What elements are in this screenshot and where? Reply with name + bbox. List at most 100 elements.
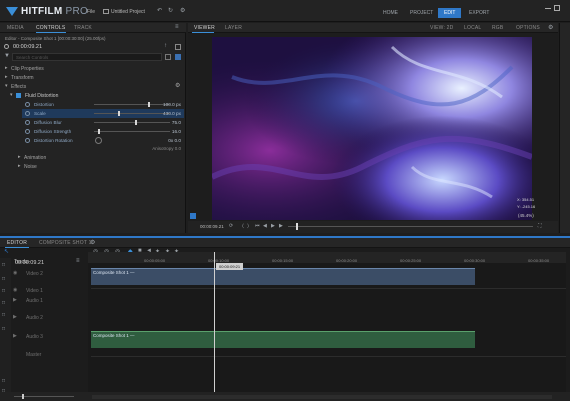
play-icon[interactable]: ▶ (271, 223, 275, 229)
tab-controls[interactable]: CONTROLS (36, 25, 65, 31)
property-value[interactable]: 100.0 px (163, 102, 181, 107)
track-master[interactable]: Master (12, 350, 100, 359)
property-slider-thumb[interactable] (148, 102, 150, 107)
step-back-icon[interactable]: ◀ (263, 223, 267, 229)
track-tool-icon[interactable]: □ (2, 262, 5, 268)
transform-tool-icon[interactable] (190, 213, 196, 219)
track-tool-icon[interactable]: □ (2, 288, 5, 294)
rotation-dial-icon[interactable] (95, 137, 102, 144)
tab-track[interactable]: TRACK (74, 25, 92, 31)
track-audio-3[interactable]: ▶ Audio 3 (12, 332, 100, 341)
keyframe-icon[interactable] (25, 102, 30, 107)
keyframe-icon[interactable] (25, 120, 30, 125)
viewer-timecode[interactable]: 00:00:09.21 (200, 224, 224, 229)
track-audio-2[interactable]: ▶ Audio 2 (12, 313, 100, 322)
zoom-slider-thumb[interactable] (22, 394, 24, 399)
filter-icon[interactable]: ▼ (4, 53, 10, 59)
copy-icon[interactable] (175, 44, 181, 50)
tab-editor[interactable]: EDITOR (7, 240, 27, 246)
effect-fluid-distortion[interactable]: ▾ Fluid Distortion (0, 91, 186, 100)
nav-tab-edit[interactable]: EDIT (438, 8, 462, 18)
section-effects[interactable]: ▾ Effects ⚙ (0, 82, 186, 91)
viewer-scrub-track[interactable] (288, 226, 533, 227)
panel-menu-icon[interactable]: ≡ (175, 24, 179, 30)
speaker-icon[interactable]: ▶ (13, 297, 17, 303)
property-distortion-rotation[interactable]: Distortion Rotation 0x 0.0 (22, 136, 184, 145)
property-slider-track[interactable] (94, 131, 170, 132)
maximize-icon[interactable] (554, 5, 560, 11)
eye-icon[interactable]: ◉ (13, 287, 17, 293)
track-tool-icon[interactable]: □ (2, 312, 5, 318)
undo-icon[interactable]: ↶ (157, 7, 162, 14)
nav-tab-project[interactable]: PROJECT (405, 9, 438, 17)
audio-clip-composite-shot[interactable]: Composite Shot 1 — (91, 331, 475, 348)
property-value[interactable]: 430.0 px (163, 111, 181, 116)
viewer-canvas[interactable] (212, 37, 532, 220)
track-tool-icon[interactable]: □ (2, 378, 5, 384)
track-video-2[interactable]: ◉ Video 2 (12, 269, 100, 278)
property-slider-track[interactable] (94, 104, 170, 105)
property-value[interactable]: 16.0 (172, 129, 181, 134)
property-slider-track[interactable] (94, 113, 170, 114)
section-transform[interactable]: ▸ Transform (0, 73, 186, 82)
grid-view-icon[interactable] (175, 54, 181, 60)
property-slider-track[interactable] (94, 122, 170, 123)
section-animation[interactable]: ▸ Animation (0, 153, 186, 162)
property-value[interactable]: 75.0 (172, 120, 181, 125)
local-dropdown[interactable]: LOCAL (464, 25, 481, 31)
menu-file[interactable]: File (87, 9, 95, 15)
keyframe-icon[interactable] (25, 111, 30, 116)
property-slider-thumb[interactable] (135, 120, 137, 125)
track-tool-icon[interactable]: □ (2, 276, 5, 282)
gear-icon[interactable]: ⚙ (548, 24, 553, 31)
view-mode-dropdown[interactable]: VIEW: 2D (430, 25, 453, 31)
tab-composite-shot[interactable]: COMPOSITE SHOT 1 (39, 240, 92, 246)
property-value[interactable]: 0x 0.0 (168, 138, 181, 143)
property-diffusion-strength[interactable]: Diffusion Strength 16.0 (22, 127, 184, 136)
redo-icon[interactable]: ↻ (168, 7, 173, 14)
track-tool-icon[interactable]: □ (2, 326, 5, 332)
pin-icon[interactable]: ↑ (164, 43, 167, 49)
in-point-icon[interactable]: 〈 (239, 223, 244, 230)
loop-icon[interactable]: ⟳ (229, 223, 233, 229)
search-input[interactable]: Search Controls (12, 53, 162, 61)
effect-checkbox[interactable] (16, 93, 21, 98)
keyframe-icon[interactable] (25, 138, 30, 143)
section-clip-properties[interactable]: ▸ Clip Properties (0, 64, 186, 73)
project-name[interactable]: Untitled Project (111, 9, 145, 15)
property-scale[interactable]: Scale 430.0 px (22, 109, 184, 118)
track-audio-1[interactable]: ▶ Audio 1 (12, 296, 100, 305)
gear-icon[interactable]: ⚙ (180, 7, 185, 14)
gear-icon[interactable]: ⚙ (90, 239, 95, 246)
property-slider-thumb[interactable] (98, 129, 100, 134)
out-point-icon[interactable]: 〉 (247, 223, 252, 230)
nav-tab-home[interactable]: HOME (378, 9, 403, 17)
timeline-area[interactable]: 00:00:05:00 00:00:10:00 00:00:15:00 00:0… (88, 252, 566, 392)
tab-viewer[interactable]: VIEWER (194, 25, 215, 31)
list-view-icon[interactable] (165, 54, 171, 60)
tab-media[interactable]: MEDIA (7, 25, 24, 31)
controls-timecode[interactable]: 00:00:09.21 (13, 44, 42, 50)
property-distortion[interactable]: Distortion 100.0 px (22, 100, 184, 109)
nav-tab-export[interactable]: EXPORT (464, 9, 494, 17)
zoom-level[interactable]: (45.4%) (518, 213, 534, 218)
options-dropdown[interactable]: OPTIONS (516, 25, 540, 31)
minimize-icon[interactable] (545, 8, 551, 9)
track-video-1[interactable]: ◉ Video 1 (12, 286, 100, 295)
timeline-ruler[interactable]: 00:00:05:00 00:00:10:00 00:00:15:00 00:0… (88, 252, 566, 263)
rgb-dropdown[interactable]: RGB (492, 25, 503, 31)
skip-back-icon[interactable]: ⏮ (255, 223, 260, 229)
property-slider-thumb[interactable] (118, 111, 120, 116)
fullscreen-icon[interactable]: ⛶ (538, 223, 542, 229)
section-noise[interactable]: ▸ Noise (0, 162, 186, 171)
viewer-scrub-thumb[interactable] (296, 223, 298, 230)
property-diffusion-blur[interactable]: Diffusion Blur 75.0 (22, 118, 184, 127)
playhead-line[interactable] (214, 252, 215, 392)
speaker-icon[interactable]: ▶ (13, 314, 17, 320)
anisotropy-value[interactable]: Anisotropy 0.0 (152, 146, 181, 151)
eye-icon[interactable]: ◉ (13, 270, 17, 276)
speaker-icon[interactable]: ▶ (13, 333, 17, 339)
select-tool-icon[interactable]: ↖ (4, 248, 9, 255)
gear-icon[interactable]: ⚙ (175, 82, 180, 89)
track-tool-icon[interactable]: □ (2, 300, 5, 306)
